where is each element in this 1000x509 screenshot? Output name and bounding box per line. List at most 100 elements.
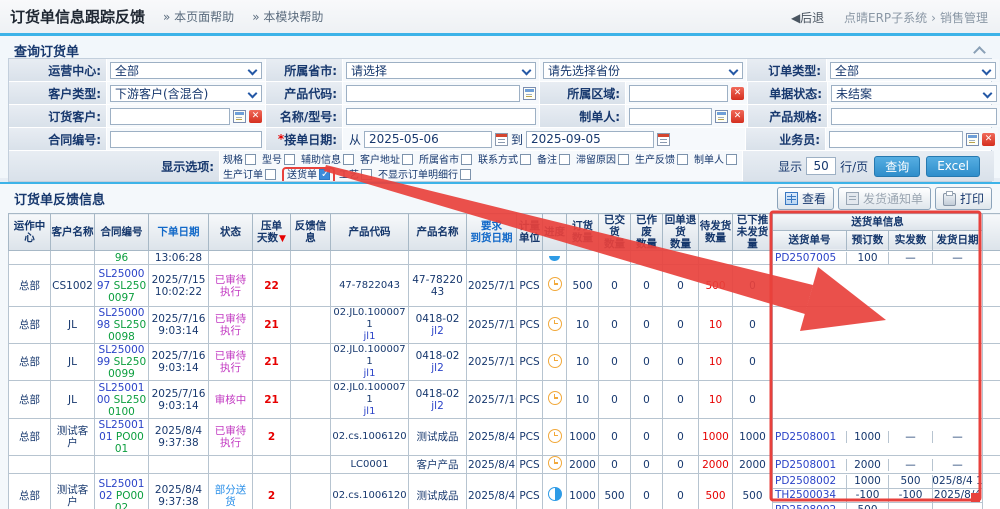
cell-pushed-unshipped-qty: 0: [733, 381, 773, 419]
cell-delivery-no: PD2508001: [773, 459, 847, 471]
excel-button[interactable]: Excel: [926, 156, 980, 177]
picker-icon[interactable]: [966, 133, 979, 146]
display-option[interactable]: 生产反馈: [635, 155, 688, 166]
display-option[interactable]: 型号: [262, 155, 295, 166]
clear-icon[interactable]: [249, 110, 262, 123]
cell-product-code: 02.cs.1006120: [331, 474, 409, 509]
checkbox-icon[interactable]: [618, 154, 629, 165]
display-option[interactable]: 不显示订单明细行: [378, 170, 471, 181]
collapse-chevron-icon[interactable]: [973, 46, 986, 59]
cell-product-code: [331, 251, 409, 265]
cell-delivered-qty: 0: [599, 307, 631, 344]
checkbox-icon[interactable]: [265, 169, 276, 180]
page-size-input[interactable]: 50: [806, 157, 836, 175]
city-select[interactable]: 请先选择省份: [543, 62, 743, 79]
checkbox-icon[interactable]: [461, 154, 472, 165]
customer-type-select[interactable]: 下游客户(含混合): [110, 85, 262, 102]
product-spec-input[interactable]: [831, 108, 997, 125]
breadcrumb-system[interactable]: 点晴ERP子系统: [844, 11, 927, 25]
display-option[interactable]: 工艺: [339, 170, 372, 181]
delivery-notice-button[interactable]: 发货通知单: [838, 187, 931, 210]
order-type-select[interactable]: 全部: [830, 62, 996, 79]
picker-icon[interactable]: [523, 87, 536, 100]
cell-product-name: 47-7822043: [409, 265, 467, 307]
salesman-cell: [826, 128, 998, 150]
checkbox-icon[interactable]: [677, 154, 688, 165]
cell-required-date: 2025/8/4: [467, 456, 517, 474]
checkbox-icon[interactable]: [726, 154, 737, 165]
maker-input[interactable]: [629, 108, 712, 125]
breadcrumb-module[interactable]: 销售管理: [940, 11, 988, 25]
delivery-info-cell: [773, 265, 983, 307]
cell-product-code: 47-7822043: [331, 265, 409, 307]
display-option[interactable]: 客户地址: [360, 155, 413, 166]
cell-contract-no: SL2500101 PO0001: [95, 419, 149, 456]
date-to-input[interactable]: 2025-09-05: [526, 131, 654, 148]
picker-icon[interactable]: [715, 110, 728, 123]
cell-delivered-qty: 0: [599, 265, 631, 307]
operation-center-select[interactable]: 全部: [110, 62, 262, 79]
order-customer-label: 订货客户:: [9, 105, 106, 127]
feedback-panel-title: 订货单反馈信息: [14, 189, 105, 208]
display-option[interactable]: 规格: [223, 155, 256, 166]
province-select[interactable]: 请选择: [346, 62, 536, 79]
clear-icon[interactable]: [731, 87, 744, 100]
cell-returned-qty: 0: [663, 474, 699, 509]
page-help-link[interactable]: » 本页面帮助: [163, 8, 234, 25]
checkbox-icon[interactable]: [520, 154, 531, 165]
view-button[interactable]: 查看: [777, 187, 834, 210]
clear-icon[interactable]: [982, 133, 995, 146]
checkbox-icon[interactable]: [343, 154, 354, 165]
progress-clock-icon: [548, 456, 562, 470]
cell-pushed-unshipped-qty: [733, 251, 773, 265]
grid-toolbar: 查看 发货通知单 打印: [777, 187, 992, 210]
sort-desc-icon[interactable]: ▼: [279, 234, 286, 244]
checkbox-icon[interactable]: [319, 169, 330, 180]
cell-product-name: 测试成品: [409, 474, 467, 509]
cell-extra: [983, 307, 1000, 344]
display-option[interactable]: 滞留原因: [576, 155, 629, 166]
print-button[interactable]: 打印: [935, 187, 992, 210]
calendar-icon[interactable]: [657, 133, 670, 146]
clear-icon[interactable]: [731, 110, 744, 123]
date-from-input[interactable]: 2025-05-06: [364, 131, 492, 148]
cell-contract-no: SL2500102 PO0002: [95, 474, 149, 509]
display-option[interactable]: 联系方式: [478, 155, 531, 166]
delivery-subrow: PD25080012000——: [773, 459, 982, 471]
cell-returned-qty: 0: [663, 419, 699, 456]
cell-product-name: 测试成品: [409, 419, 467, 456]
display-options-line2: 生产订单送货单工艺不显示订单明细行: [223, 166, 739, 181]
checkbox-icon[interactable]: [402, 154, 413, 165]
checkbox-icon[interactable]: [559, 154, 570, 165]
province-cell: 请选择: [343, 59, 539, 81]
display-option[interactable]: 生产订单: [223, 170, 276, 181]
checkbox-icon[interactable]: [245, 154, 256, 165]
picker-icon[interactable]: [233, 110, 246, 123]
display-options-cell: 规格型号辅助信息客户地址所属省市联系方式备注滞留原因生产反馈制单人审核时间业务员…: [220, 151, 742, 181]
display-option[interactable]: 辅助信息: [301, 155, 354, 166]
display-option[interactable]: 所属省市: [419, 155, 472, 166]
product-code-input[interactable]: [346, 85, 520, 102]
cell-delivery-no: PD2508002: [773, 475, 847, 488]
back-link[interactable]: ◀后退: [791, 11, 824, 25]
doc-status-select[interactable]: 未结案: [831, 85, 997, 102]
query-button[interactable]: 查询: [874, 156, 920, 177]
region-input[interactable]: [629, 85, 728, 102]
cell-feedback: [291, 456, 331, 474]
product-code-label: 产品代码:: [266, 82, 342, 104]
display-option[interactable]: 备注: [537, 155, 570, 166]
col-header-order-date: 下单日期: [149, 214, 209, 251]
display-option[interactable]: 制单人: [694, 155, 737, 166]
checkbox-icon[interactable]: [460, 169, 471, 180]
checkbox-icon[interactable]: [361, 169, 372, 180]
checkbox-icon[interactable]: [284, 154, 295, 165]
cell-status: [209, 456, 253, 474]
cell-customer-name: 测试客户: [51, 474, 95, 509]
name-model-input[interactable]: [346, 108, 536, 125]
module-help-link[interactable]: » 本模块帮助: [252, 8, 323, 25]
calendar-icon[interactable]: [495, 133, 508, 146]
contract-no-input[interactable]: [110, 131, 262, 148]
order-customer-input[interactable]: [110, 108, 230, 125]
display-option[interactable]: 送货单: [282, 167, 335, 181]
salesman-input[interactable]: [829, 131, 963, 148]
